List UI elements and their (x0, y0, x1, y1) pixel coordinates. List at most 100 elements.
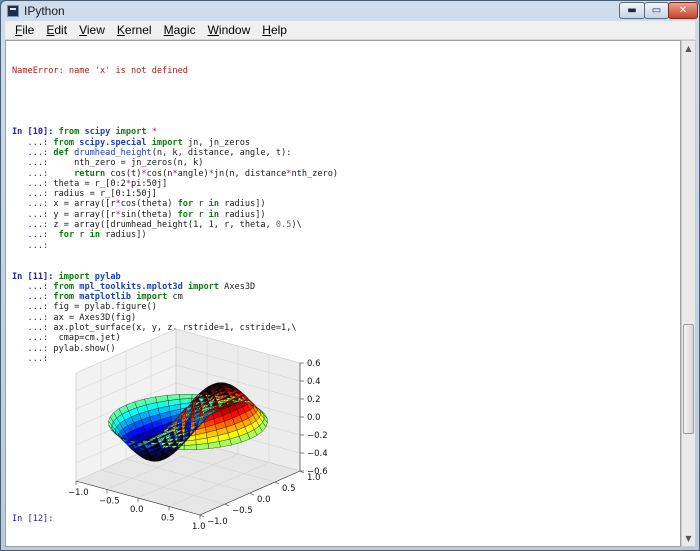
code-token: cm (172, 292, 183, 303)
scroll-down-icon[interactable]: ▼ (682, 531, 695, 546)
minimize-button[interactable]: ▬ (619, 2, 645, 19)
menu-edit[interactable]: Edit (40, 23, 73, 37)
x-tick-label: 0.0 (130, 505, 144, 515)
code-token: scipy.special (79, 137, 147, 148)
surface-patch (183, 444, 197, 450)
menu-help[interactable]: Help (256, 23, 293, 37)
continuation-prompt: ...: (12, 292, 54, 303)
code-token: cos(n (146, 168, 173, 179)
code-token: scipy (84, 127, 111, 138)
continuation-prompt: ...: (12, 302, 54, 313)
input-prompt-label: In [10]: (12, 127, 59, 138)
menu-magic[interactable]: Magic (158, 23, 202, 37)
app-icon (7, 5, 19, 17)
code-token: pi:50j] (131, 178, 168, 189)
code-token: import (131, 292, 173, 303)
code-token: import (146, 137, 188, 148)
scrollbar-thumb[interactable] (683, 324, 694, 434)
code-line: ...: from matplotlib import cm (12, 292, 672, 302)
code-token: drumhead_height (74, 147, 152, 158)
code-token: x = array([r (53, 199, 116, 210)
scroll-up-icon[interactable]: ▲ (682, 41, 695, 56)
x-tick-label: −0.5 (99, 497, 120, 507)
input-prompt[interactable]: In [12]: (12, 514, 53, 524)
z-tick-label: −0.2 (307, 431, 328, 441)
code-token: def (53, 147, 75, 158)
code-token: * (151, 127, 157, 138)
code-token: for (177, 199, 199, 210)
menu-label: elp (270, 23, 287, 37)
code-token: import (58, 271, 95, 282)
code-token: import (110, 127, 152, 138)
code-token: cos(t) (110, 168, 142, 179)
code-token: y = array([r (53, 209, 116, 220)
code-line: In [11]: import pylab (12, 272, 672, 282)
code-token: Axes3D (224, 281, 256, 292)
menu-kernel[interactable]: Kernel (111, 23, 158, 37)
continuation-prompt: ...: (12, 189, 54, 200)
y-tick-label: −0.5 (232, 506, 253, 516)
error-message: NameError: name 'x' is not defined (12, 65, 188, 76)
code-token: in (89, 230, 106, 241)
code-token: r (198, 209, 209, 220)
menu-window[interactable]: Window (202, 23, 257, 37)
menu-label: ile (22, 23, 35, 37)
menu-mnemonic: K (116, 23, 125, 37)
menu-label: iew (86, 23, 105, 37)
y-tick-label: −1.0 (207, 517, 228, 527)
vertical-scrollbar[interactable]: ▲ ▼ (681, 40, 696, 547)
code-token: fig = pylab.figure() (53, 302, 157, 313)
y-tick-label: 0.5 (282, 484, 296, 494)
code-token: nth_zero = jn_zeros(n, k) (53, 158, 204, 169)
code-line: ...: z = array([drumhead_height(1, 1, r,… (12, 220, 672, 230)
code-token: radius]) (105, 230, 147, 241)
prompt-label: In [12]: (12, 514, 54, 524)
menu-view[interactable]: View (73, 23, 111, 37)
menu-bar: File Edit View Kernel Magic Window Help (5, 21, 695, 40)
code-token: (n, k, distance, angle, t): (151, 147, 292, 158)
continuation-prompt: ...: (12, 199, 54, 210)
y-tick-mark (274, 481, 280, 485)
continuation-prompt: ...: (12, 168, 54, 179)
code-line: ...: return cos(t)*cos(n*angle)*jn(n, di… (12, 169, 672, 179)
continuation-prompt: ...: (12, 137, 54, 148)
menu-file[interactable]: File (9, 23, 40, 37)
y-tick-mark (249, 492, 255, 496)
y-tick-mark (224, 503, 230, 507)
code-token: from (58, 127, 85, 138)
surface-plot: 0.60.40.20.0−0.2−0.4−0.6−1.0−0.50.00.51.… (68, 328, 328, 532)
maximize-button[interactable]: ▭ (644, 2, 669, 19)
menu-label: dit (54, 23, 68, 37)
code-token: radius = r_[0:1:50j] (53, 189, 157, 200)
ipython-window: IPython ▬ ▭ ✕ File Edit View Kernel Magic Win… (0, 0, 700, 551)
z-tick-label: 0.4 (307, 377, 321, 387)
console-area[interactable]: NameError: name 'x' is not defined In [1… (5, 40, 681, 547)
code-token: sin(theta) (120, 209, 178, 220)
y-tick-mark (199, 514, 205, 518)
code-token: r (79, 230, 90, 241)
code-token: z = array([drumhead_height(1, 1, r, thet… (53, 220, 276, 231)
y-tick-label: 0.0 (257, 495, 271, 505)
close-button[interactable]: ✕ (668, 2, 698, 19)
code-token: radius]) (224, 209, 266, 220)
title-bar[interactable]: IPython ▬ ▭ ✕ (1, 1, 699, 21)
z-tick-label: 0.0 (307, 413, 321, 423)
code-line: ...: x = array([r*cos(theta) for r in ra… (12, 199, 672, 209)
code-line: ...: from mpl_toolkits.mplot3d import Ax… (12, 282, 672, 292)
code-line: ...: (12, 241, 672, 251)
code-token: for (177, 209, 199, 220)
x-tick-label: 1.0 (192, 522, 206, 532)
menu-mnemonic: W (207, 23, 219, 37)
code-line: ...: theta = r_[0:2*pi:50j] (12, 179, 672, 189)
code-line: ...: nth_zero = jn_zeros(n, k) (12, 158, 672, 168)
menu-label: agic (173, 23, 196, 37)
code-token: from (53, 137, 80, 148)
code-token: jn, jn_zeros (187, 137, 251, 148)
code-token: return (74, 168, 111, 179)
x-tick-label: 0.5 (161, 514, 175, 524)
code-line: ...: def drumhead_height(n, k, distance,… (12, 148, 672, 158)
menu-mnemonic: V (79, 23, 87, 37)
code-token: from (53, 292, 80, 303)
code-line: In [10]: from scipy import * (12, 127, 672, 137)
x-tick-label: −1.0 (68, 488, 89, 498)
